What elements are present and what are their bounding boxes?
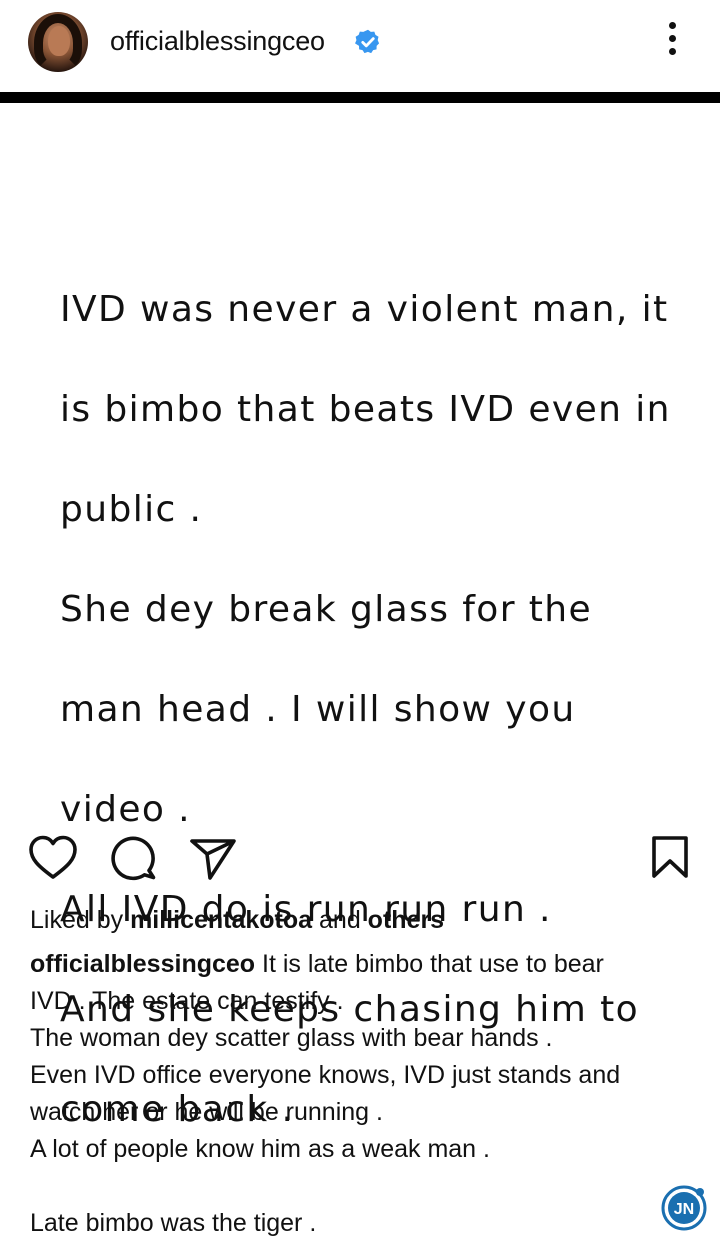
likes-prefix: Liked by	[30, 906, 131, 934]
caption-line: watch her or he will be running .	[30, 1098, 383, 1126]
post-image[interactable]: IVD was never a violent man, it is bimbo…	[0, 103, 720, 1130]
caption-line: IVD . The estate can testify .	[30, 987, 344, 1015]
more-options-icon[interactable]	[660, 22, 684, 62]
instagram-post-screen: officialblessingceo IVD was never a viol…	[0, 0, 720, 1244]
post-text-line: man head . I will show you	[60, 689, 576, 730]
watermark-text: JN	[674, 1201, 694, 1218]
post-text-line: video .	[60, 789, 192, 830]
caption-username[interactable]: officialblessingceo	[30, 950, 255, 978]
header-divider	[0, 92, 720, 103]
liked-by-others[interactable]: others	[368, 906, 444, 934]
action-bar	[0, 830, 720, 890]
verified-badge-icon	[355, 29, 380, 54]
caption-last-line: Late bimbo was the tiger .	[30, 1209, 317, 1237]
comment-icon[interactable]	[108, 830, 158, 886]
avatar-face	[48, 26, 70, 56]
likes-summary[interactable]: Liked by millicentakotoa and others	[30, 906, 444, 935]
paper-plane-icon[interactable]	[188, 830, 238, 886]
avatar[interactable]	[28, 12, 88, 72]
caption-line: Even IVD office everyone knows, IVD just…	[30, 1061, 621, 1089]
likes-middle: and	[312, 906, 368, 934]
post-text-line: IVD was never a violent man, it	[60, 289, 669, 330]
bookmark-icon[interactable]	[645, 830, 695, 886]
jn-watermark-logo: JN	[661, 1185, 707, 1231]
caption-line: A lot of people know him as a weak man .	[30, 1135, 490, 1163]
post-text-line: She dey break glass for the	[60, 589, 593, 630]
caption: officialblessingceo It is late bimbo tha…	[30, 946, 700, 1242]
liked-by-user[interactable]: millicentakotoa	[130, 906, 312, 934]
caption-line: The woman dey scatter glass with bear ha…	[30, 1024, 553, 1052]
post-text-line: public .	[60, 489, 203, 530]
post-header: officialblessingceo	[0, 0, 720, 92]
post-text-line: is bimbo that beats IVD even in	[60, 389, 671, 430]
caption-first-line: officialblessingceo It is late bimbo tha…	[30, 946, 700, 983]
heart-icon[interactable]	[28, 830, 78, 886]
caption-first-line-text: It is late bimbo that use to bear	[255, 950, 604, 978]
username[interactable]: officialblessingceo	[110, 26, 325, 57]
